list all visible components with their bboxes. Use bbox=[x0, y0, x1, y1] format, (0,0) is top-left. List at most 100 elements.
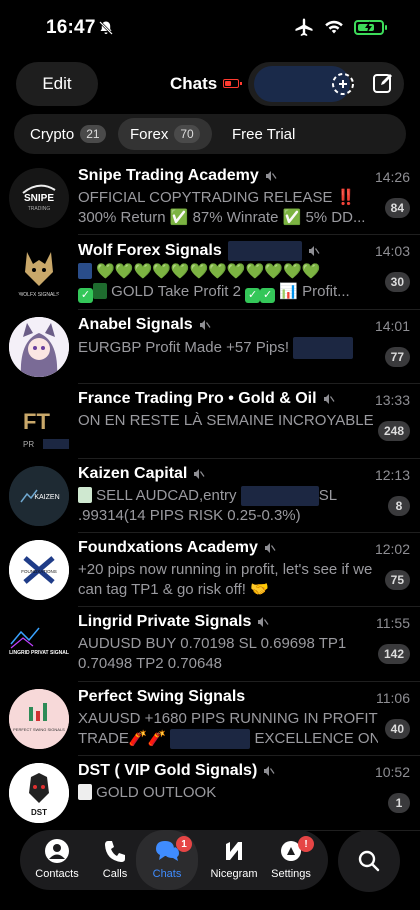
avatar: FOUNDXATIONS bbox=[9, 539, 69, 600]
chat-time: 11:06 bbox=[376, 689, 410, 706]
tab-label: Free Trial bbox=[232, 125, 296, 143]
chat-row[interactable]: KAIZEN Kaizen Capital 12:13 SELL AUDCAD,… bbox=[0, 459, 420, 534]
avatar: DST bbox=[9, 763, 69, 824]
chat-time: 12:13 bbox=[374, 466, 410, 483]
tab-crypto[interactable]: Crypto 21 bbox=[18, 118, 118, 150]
preview-line-2: .99314(14 PIPS RISK 0.25-0.3%) bbox=[78, 506, 301, 524]
chat-title: DST ( VIP Gold Signals) bbox=[78, 762, 258, 780]
unread-badge: 77 bbox=[384, 346, 410, 367]
new-story-icon[interactable] bbox=[330, 71, 356, 97]
chat-list: SNIPE TRADING Snipe Trading Academy 14:2… bbox=[0, 161, 420, 831]
avatar-text: FT bbox=[23, 409, 50, 434]
thumbnail-icon bbox=[78, 486, 92, 503]
chat-name: Kaizen Capital bbox=[78, 465, 205, 483]
unread-badge: 248 bbox=[377, 421, 410, 442]
chats-unread-badge: 1 bbox=[176, 836, 192, 852]
search-button[interactable] bbox=[338, 830, 400, 892]
tab-chats[interactable]: Chats 1 bbox=[136, 830, 198, 890]
tab-label: Chats bbox=[152, 868, 182, 880]
redacted-region bbox=[293, 336, 354, 359]
chat-row[interactable]: FOUNDXATIONS Foundxations Academy 12:02 … bbox=[0, 533, 420, 608]
chat-preview: 💚💚💚💚💚💚💚💚💚💚💚💚 ✓ GOLD Take Profit 2 ✓ ✓ 📊 P… bbox=[78, 262, 378, 304]
chat-time: 11:55 bbox=[376, 615, 410, 632]
chat-name: Wolf Forex Signals bbox=[78, 241, 320, 262]
low-battery-icon bbox=[223, 79, 242, 88]
muted-icon bbox=[323, 394, 335, 405]
compose-icon[interactable] bbox=[372, 72, 394, 94]
tab-forex[interactable]: Forex 70 bbox=[118, 118, 212, 150]
settings-alert-badge: ! bbox=[298, 836, 314, 852]
chat-time: 14:26 bbox=[374, 169, 410, 185]
chat-preview: SELL AUDCAD,entry SL .99314(14 PIPS RISK… bbox=[78, 485, 378, 526]
preview-line-1: GOLD OUTLOOK bbox=[78, 783, 378, 803]
chat-title: Foundxations Academy bbox=[78, 538, 258, 556]
chat-time: 12:02 bbox=[374, 540, 410, 557]
edit-button[interactable]: Edit bbox=[16, 62, 98, 106]
tab-label: Crypto bbox=[30, 125, 75, 143]
chat-name: Perfect Swing Signals bbox=[78, 688, 245, 706]
unread-badge: 40 bbox=[384, 718, 410, 739]
chat-name: Foundxations Academy bbox=[78, 539, 276, 557]
tab-label: Settings bbox=[271, 868, 311, 880]
preview-line-2: 0.70498 TP2 0.70648 bbox=[78, 655, 223, 673]
thumbnail-icon bbox=[78, 784, 92, 801]
preview-line-1: EURGBP Profit Made +57 Pips! bbox=[78, 336, 378, 359]
preview-line-1: SELL AUDCAD,entry SL bbox=[78, 485, 378, 506]
tab-label: Contacts bbox=[35, 868, 79, 880]
avatar: PERFECT SWING SIGNALS bbox=[9, 688, 69, 749]
chat-time: 13:33 bbox=[374, 392, 410, 409]
avatar-text: KAIZEN bbox=[34, 494, 59, 501]
preview-line-2: TRADE🧨🧨 EXCELLENCE ON... bbox=[78, 728, 378, 749]
unread-badge: 142 bbox=[377, 644, 410, 665]
unread-badge: 30 bbox=[384, 272, 410, 293]
preview-line-2: can tag TP1 & go risk off! 🤝 bbox=[78, 580, 269, 598]
contacts-icon bbox=[45, 839, 69, 863]
preview-line-1: OFFICIAL COPYTRADING RELEASE ‼️ bbox=[78, 189, 356, 206]
avatar-text: SNIPE bbox=[24, 193, 54, 204]
unread-badge: 1 bbox=[388, 793, 410, 814]
tab-settings[interactable]: Settings ! bbox=[262, 830, 320, 890]
chat-time: 14:03 bbox=[374, 243, 410, 260]
battery-icon bbox=[354, 19, 387, 35]
chat-row[interactable]: LINGRID PRIVAT SIGNAL Lingrid Private Si… bbox=[0, 607, 420, 683]
chat-title: France Trading Pro • Gold & Oil bbox=[78, 390, 317, 408]
avatar-text: LINGRID PRIVAT SIGNAL bbox=[9, 650, 69, 656]
avatar-subtext: PR bbox=[23, 440, 34, 449]
chat-preview: ON EN RESTE LÀ SEMAINE INCROYABLE bbox=[78, 411, 378, 431]
chat-time: 14:01 bbox=[374, 317, 410, 334]
chat-name: France Trading Pro • Gold & Oil bbox=[78, 390, 335, 408]
bell-off-icon bbox=[99, 21, 113, 35]
avatar-text: FOUNDXATIONS bbox=[21, 569, 56, 574]
chat-row[interactable]: WOLFX SIGNALS Wolf Forex Signals 14:03 💚… bbox=[0, 235, 420, 311]
chat-preview: AUDUSD BUY 0.70198 SL 0.69698 TP1 0.7049… bbox=[78, 634, 378, 674]
muted-icon bbox=[258, 617, 269, 628]
avatar: KAIZEN bbox=[9, 465, 69, 526]
chat-title: Anabel Signals bbox=[78, 315, 193, 333]
unread-badge: 75 bbox=[384, 569, 410, 590]
chat-name: Anabel Signals bbox=[78, 316, 211, 334]
chat-row[interactable]: Anabel Signals 14:01 EURGBP Profit Made … bbox=[0, 310, 420, 385]
status-bar: 16:47 bbox=[0, 0, 420, 56]
redacted-region bbox=[170, 728, 251, 749]
chat-time: 10:52 bbox=[374, 764, 410, 781]
tab-contacts[interactable]: Contacts bbox=[28, 830, 86, 890]
avatar: SNIPE TRADING bbox=[9, 168, 69, 228]
avatar: LINGRID PRIVAT SIGNAL bbox=[9, 614, 69, 675]
muted-icon bbox=[199, 319, 211, 330]
chat-title: Kaizen Capital bbox=[78, 464, 188, 482]
search-icon bbox=[358, 850, 380, 872]
tab-nicegram[interactable]: Nicegram bbox=[198, 830, 270, 890]
muted-icon bbox=[308, 246, 320, 257]
chat-preview: OFFICIAL COPYTRADING RELEASE ‼️ 300% Ret… bbox=[78, 188, 378, 228]
chat-row[interactable]: PERFECT SWING SIGNALS Perfect Swing Sign… bbox=[0, 682, 420, 757]
phone-icon bbox=[105, 841, 125, 862]
chat-row[interactable]: SNIPE TRADING Snipe Trading Academy 14:2… bbox=[0, 161, 420, 236]
unread-badge: 84 bbox=[384, 198, 410, 218]
tab-free-trial[interactable]: Free Trial bbox=[220, 118, 307, 150]
avatar: WOLFX SIGNALS bbox=[9, 242, 69, 303]
chat-row[interactable]: DST DST ( VIP Gold Signals) 10:52 GOLD O… bbox=[0, 756, 420, 831]
preview-line-1: +20 pips now running in profit, let's se… bbox=[78, 560, 373, 578]
chat-title: Lingrid Private Signals bbox=[78, 613, 252, 631]
chat-row[interactable]: FT PR France Trading Pro • Gold & Oil 13… bbox=[0, 384, 420, 459]
chat-preview: XAUUSD +1680 PIPS RUNNING IN PROFIT TRAD… bbox=[78, 709, 378, 749]
